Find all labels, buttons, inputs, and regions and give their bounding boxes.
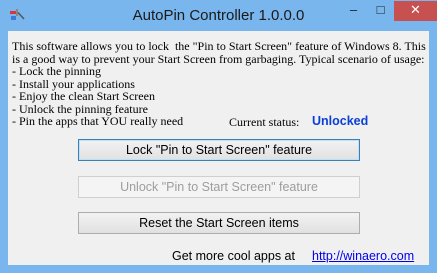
footer-text: Get more cool apps at	[172, 249, 295, 263]
footer: Get more cool apps at http://winaero.com	[8, 243, 429, 265]
title-bar[interactable]: AutoPin Controller 1.0.0.0 – □ ✕	[0, 0, 437, 30]
minimize-button[interactable]: –	[340, 1, 367, 21]
maximize-button[interactable]: □	[367, 1, 394, 21]
lock-pinning-button[interactable]: Lock "Pin to Start Screen" feature	[78, 139, 360, 161]
status-label: Current status:	[229, 115, 300, 129]
description-line: This software allows you to lock the "Pi…	[12, 39, 426, 53]
reset-start-screen-button[interactable]: Reset the Start Screen items	[78, 212, 360, 234]
usage-bullet: - Enjoy the clean Start Screen	[12, 89, 155, 103]
winaero-link[interactable]: http://winaero.com	[312, 249, 414, 263]
app-window: AutoPin Controller 1.0.0.0 – □ ✕ This so…	[0, 0, 437, 273]
unlock-pinning-button[interactable]: Unlock "Pin to Start Screen" feature	[78, 176, 360, 198]
usage-bullet: - Lock the pinning	[12, 64, 101, 78]
status-value: Unlocked	[312, 114, 369, 128]
close-button[interactable]: ✕	[394, 1, 437, 21]
